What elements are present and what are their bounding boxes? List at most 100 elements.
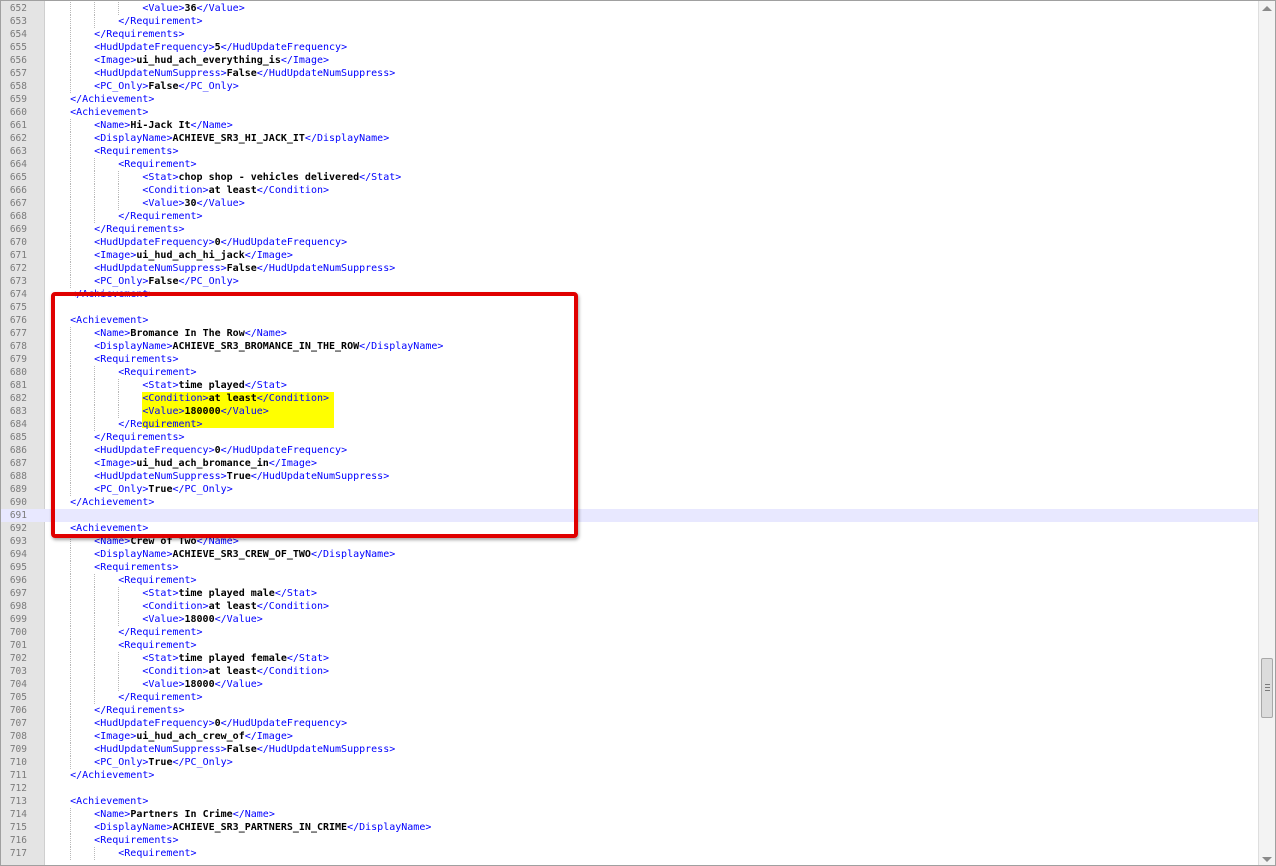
- code-line[interactable]: 656 <Image>ui_hud_ach_everything_is</Ima…: [1, 54, 1258, 67]
- scroll-down-arrow-icon[interactable]: [1262, 857, 1272, 862]
- code-line[interactable]: 668 </Requirement>: [1, 210, 1258, 223]
- close-tag: Achievement: [82, 94, 149, 105]
- tag-bracket: >: [196, 211, 203, 222]
- code-line[interactable]: 696 <Requirement>: [1, 574, 1258, 587]
- tag-bracket: </: [70, 94, 83, 105]
- code-line[interactable]: 717 <Requirement>: [1, 847, 1258, 860]
- code-line[interactable]: 710 <PC_Only>True</PC_Only>: [1, 756, 1258, 769]
- vertical-scrollbar[interactable]: [1258, 1, 1275, 865]
- code-text: </Requirement>: [46, 691, 202, 704]
- code-line[interactable]: 663 <Requirements>: [1, 145, 1258, 158]
- code-line[interactable]: 706 </Requirements>: [1, 704, 1258, 717]
- code-editor[interactable]: 652 <Value>36</Value> 653 </Requirement> 6…: [0, 0, 1276, 866]
- code-line[interactable]: 655 <HudUpdateFrequency>5</HudUpdateFreq…: [1, 41, 1258, 54]
- line-number: 662: [9, 133, 27, 144]
- line-number: 679: [9, 354, 27, 365]
- code-line[interactable]: 660 <Achievement>: [1, 106, 1258, 119]
- code-line[interactable]: 707 <HudUpdateFrequency>0</HudUpdateFreq…: [1, 717, 1258, 730]
- code-line[interactable]: 670 <HudUpdateFrequency>0</HudUpdateFreq…: [1, 236, 1258, 249]
- element-value: at least: [208, 601, 257, 612]
- code-text: </Requirements>: [46, 704, 184, 717]
- code-line[interactable]: 703 <Condition>at least</Condition>: [1, 665, 1258, 678]
- code-text: <DisplayName>ACHIEVE_SR3_PARTNERS_IN_CRI…: [46, 821, 431, 834]
- code-line[interactable]: 697 <Stat>time played male</Stat>: [1, 587, 1258, 600]
- code-text: <Value>18000</Value>: [46, 613, 262, 626]
- code-line[interactable]: 673 <PC_Only>False</PC_Only>: [1, 275, 1258, 288]
- code-line[interactable]: 711 </Achievement>: [1, 769, 1258, 782]
- tag-bracket: >: [389, 744, 396, 755]
- code-text: <Requirement>: [46, 639, 196, 652]
- code-line[interactable]: 716 <Requirements>: [1, 834, 1258, 847]
- code-line[interactable]: 658 <PC_Only>False</PC_Only>: [1, 80, 1258, 93]
- code-line[interactable]: 654 </Requirements>: [1, 28, 1258, 41]
- code-line[interactable]: 659 </Achievement>: [1, 93, 1258, 106]
- tag-bracket: </: [94, 705, 107, 716]
- code-line[interactable]: 665 <Stat>chop shop - vehicles delivered…: [1, 171, 1258, 184]
- code-line[interactable]: 667 <Value>30</Value>: [1, 197, 1258, 210]
- code-line[interactable]: 708 <Image>ui_hud_ach_crew_of</Image>: [1, 730, 1258, 743]
- code-line[interactable]: 699 <Value>18000</Value>: [1, 613, 1258, 626]
- close-tag: Requirement: [130, 211, 197, 222]
- code-line[interactable]: 657 <HudUpdateNumSuppress>False</HudUpda…: [1, 67, 1258, 80]
- code-line[interactable]: 715 <DisplayName>ACHIEVE_SR3_PARTNERS_IN…: [1, 821, 1258, 834]
- code-line[interactable]: 700 </Requirement>: [1, 626, 1258, 639]
- close-tag: HudUpdateFrequency: [232, 237, 342, 248]
- code-line[interactable]: 672 <HudUpdateNumSuppress>False</HudUpda…: [1, 262, 1258, 275]
- line-number: 705: [9, 692, 27, 703]
- tag-bracket: >: [232, 276, 239, 287]
- line-number: 660: [9, 107, 27, 118]
- code-line[interactable]: 662 <DisplayName>ACHIEVE_SR3_HI_JACK_IT<…: [1, 132, 1258, 145]
- tag-bracket: </: [94, 224, 107, 235]
- code-line[interactable]: 694 <DisplayName>ACHIEVE_SR3_CREW_OF_TWO…: [1, 548, 1258, 561]
- code-line[interactable]: 671 <Image>ui_hud_ach_hi_jack</Image>: [1, 249, 1258, 262]
- code-line[interactable]: 712: [1, 782, 1258, 795]
- code-line[interactable]: 664 <Requirement>: [1, 158, 1258, 171]
- code-line[interactable]: 714 <Name>Partners In Crime</Name>: [1, 808, 1258, 821]
- code-line[interactable]: 661 <Name>Hi-Jack It</Name>: [1, 119, 1258, 132]
- code-line[interactable]: 698 <Condition>at least</Condition>: [1, 600, 1258, 613]
- code-line[interactable]: 705 </Requirement>: [1, 691, 1258, 704]
- tag-bracket: </: [274, 588, 287, 599]
- element-value: time played female: [178, 653, 287, 664]
- code-line[interactable]: 653 </Requirement>: [1, 15, 1258, 28]
- code-line[interactable]: 669 </Requirements>: [1, 223, 1258, 236]
- code-line[interactable]: 709 <HudUpdateNumSuppress>False</HudUpda…: [1, 743, 1258, 756]
- element-value: ui_hud_ach_everything_is: [136, 55, 281, 66]
- scroll-thumb[interactable]: [1261, 658, 1273, 718]
- tag-bracket: >: [178, 224, 185, 235]
- line-number: 704: [9, 679, 27, 690]
- code-line[interactable]: 702 <Stat>time played female</Stat>: [1, 652, 1258, 665]
- code-line[interactable]: 695 <Requirements>: [1, 561, 1258, 574]
- code-line[interactable]: 704 <Value>18000</Value>: [1, 678, 1258, 691]
- open-tag: DisplayName: [100, 549, 167, 560]
- code-line[interactable]: 666 <Condition>at least</Condition>: [1, 184, 1258, 197]
- code-text: </Requirement>: [46, 210, 203, 223]
- tag-bracket: >: [178, 29, 185, 40]
- open-tag: Condition: [148, 185, 203, 196]
- tag-bracket: >: [256, 679, 263, 690]
- close-tag: Value: [226, 614, 257, 625]
- code-line[interactable]: 713 <Achievement>: [1, 795, 1258, 808]
- code-text: <Image>ui_hud_ach_everything_is</Image>: [46, 54, 329, 67]
- line-number: 659: [9, 94, 27, 105]
- code-line[interactable]: 652 <Value>36</Value>: [1, 2, 1258, 15]
- line-number: 681: [9, 380, 27, 391]
- close-tag: Condition: [268, 601, 323, 612]
- code-text: <Condition>at least</Condition>: [46, 184, 329, 197]
- scroll-up-arrow-icon[interactable]: [1262, 6, 1272, 11]
- tag-bracket: >: [196, 627, 203, 638]
- code-line[interactable]: 701 <Requirement>: [1, 639, 1258, 652]
- line-number: 666: [9, 185, 27, 196]
- element-value: False: [226, 263, 257, 274]
- line-number: 674: [9, 289, 27, 300]
- close-tag: Requirements: [106, 29, 179, 40]
- line-number: 692: [9, 523, 27, 534]
